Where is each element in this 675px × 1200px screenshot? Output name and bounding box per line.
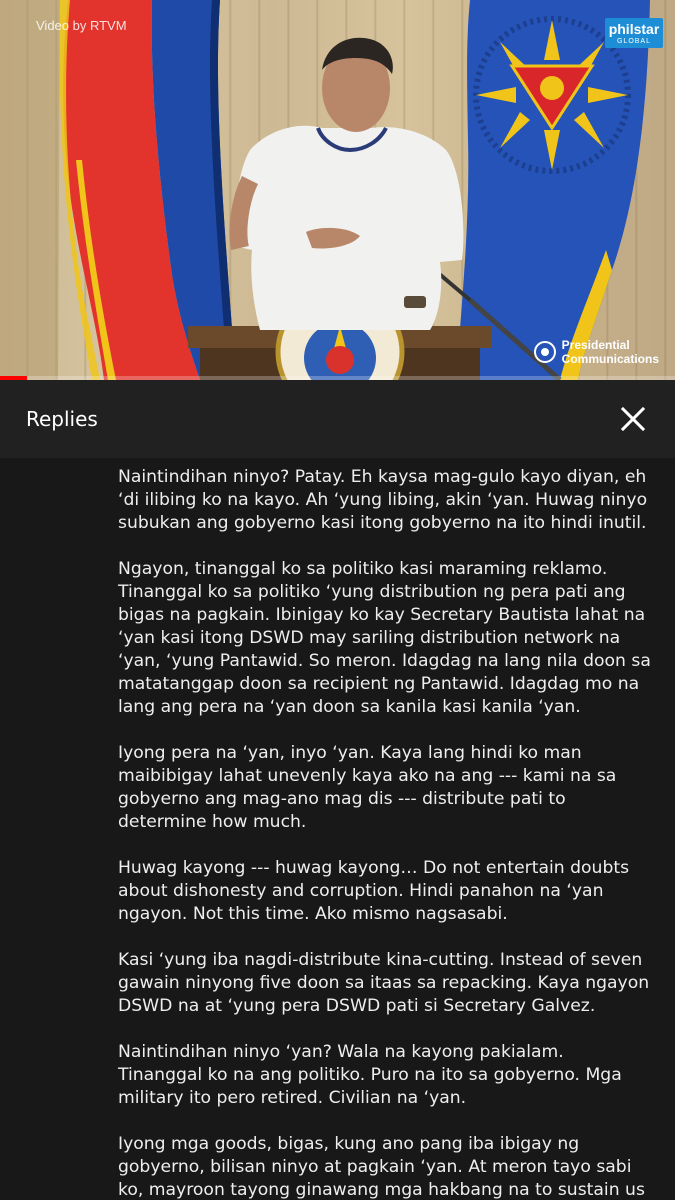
presidential-flag	[456, 0, 650, 380]
video-player[interactable]: Video by RTVM philstar GLOBAL Presidenti…	[0, 0, 675, 380]
brand-sub: GLOBAL	[616, 38, 651, 45]
comment-paragraph: Iyong pera na ‘yan, inyo ‘yan. Kaya lang…	[118, 743, 617, 832]
replies-title: Replies	[26, 407, 98, 431]
philippine-flag	[59, 0, 236, 380]
pcoo-line2: Communications	[561, 352, 659, 366]
video-scene	[0, 0, 650, 380]
close-icon	[620, 406, 646, 432]
pcoo-text: Presidential Communications	[562, 338, 659, 366]
pcoo-watermark: Presidential Communications	[533, 338, 659, 366]
speaker	[229, 37, 464, 330]
pcoo-line1: Presidential	[561, 338, 630, 352]
brand-main: philstar	[608, 21, 660, 37]
comment-body: Naintindihan ninyo? Patay. Eh kaysa mag-…	[118, 466, 653, 1200]
replies-content[interactable]: Naintindihan ninyo? Patay. Eh kaysa mag-…	[0, 458, 675, 1200]
comment-paragraph: Naintindihan ninyo ‘yan? Wala na kayong …	[118, 1042, 622, 1108]
replies-header: Replies	[0, 380, 675, 458]
close-button[interactable]	[619, 405, 647, 433]
video-credit: Video by RTVM	[36, 18, 127, 33]
comment-paragraph: Kasi ‘yung iba nagdi-distribute kina-cut…	[118, 950, 650, 1016]
comment-paragraph: Ngayon, tinanggal ko sa politiko kasi ma…	[118, 559, 651, 717]
comment-paragraph: Huwag kayong --- huwag kayong… Do not en…	[118, 858, 630, 924]
comment-paragraph: Naintindihan ninyo? Patay. Eh kaysa mag-…	[118, 467, 648, 533]
pcoo-logo-icon	[533, 341, 556, 363]
philstar-logo: philstar GLOBAL	[605, 18, 663, 48]
comment-paragraph: Iyong mga goods, bigas, kung ano pang ib…	[118, 1134, 645, 1200]
